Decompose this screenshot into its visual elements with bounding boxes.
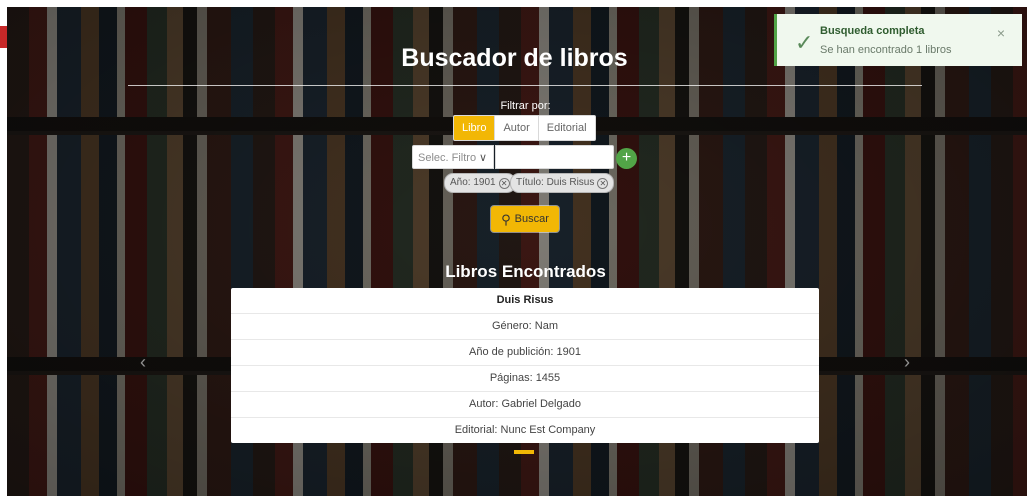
carousel-next-arrow[interactable]: › [904, 352, 910, 373]
search-button-label: Buscar [514, 213, 549, 225]
check-icon: ✓ [795, 30, 814, 55]
result-publisher: Editorial: Nunc Est Company [231, 417, 819, 443]
notification-title: Busqueda completa [820, 25, 925, 37]
result-book-title: Duis Risus [496, 294, 554, 306]
clear-circle-icon[interactable]: ✕ [498, 177, 510, 189]
filter-label: Filtrar por: [500, 100, 551, 112]
success-notification: ✓ Busqueda completa Se han encontrado 1 … [774, 14, 1022, 66]
tag-label: Título: Duis Risus [516, 177, 595, 188]
carousel-prev-arrow[interactable]: ‹ [140, 352, 146, 373]
close-icon[interactable]: × [997, 25, 1005, 41]
chevron-down-icon: ∨ [478, 152, 487, 164]
search-button[interactable]: ⚲ Buscar [491, 206, 559, 232]
results-card: Duis Risus Género: Nam Año de publición:… [231, 288, 819, 443]
active-filter-tag-title: Título: Duis Risus ✕ [510, 173, 615, 193]
result-author: Autor: Gabriel Delgado [231, 391, 819, 417]
filter-option-editorial[interactable]: Editorial [537, 116, 595, 140]
filter-value-input[interactable] [495, 145, 614, 169]
carousel-indicator[interactable] [514, 450, 534, 454]
result-genre: Género: Nam [231, 313, 819, 339]
plus-icon: + [621, 149, 632, 166]
add-filter-button[interactable]: + [616, 148, 637, 169]
clear-circle-icon[interactable]: ✕ [597, 177, 609, 189]
filter-type-segmented: Libro Autor Editorial [453, 115, 596, 141]
result-year: Año de publición: 1901 [231, 339, 819, 365]
tag-label: Año: 1901 [450, 177, 496, 188]
filter-option-autor[interactable]: Autor [494, 116, 537, 140]
results-heading: Libros Encontrados [445, 262, 606, 281]
notification-message: Se han encontrado 1 libros [820, 44, 952, 56]
filter-select-placeholder: Selec. Filtro [418, 152, 477, 164]
filter-select[interactable]: Selec. Filtro ∨ [412, 145, 494, 169]
search-icon: ⚲ [501, 211, 511, 227]
active-filter-tag-year: Año: 1901 ✕ [444, 173, 516, 193]
title-divider [128, 85, 922, 86]
result-pages: Páginas: 1455 [231, 365, 819, 391]
filter-option-libro[interactable]: Libro [454, 116, 495, 140]
